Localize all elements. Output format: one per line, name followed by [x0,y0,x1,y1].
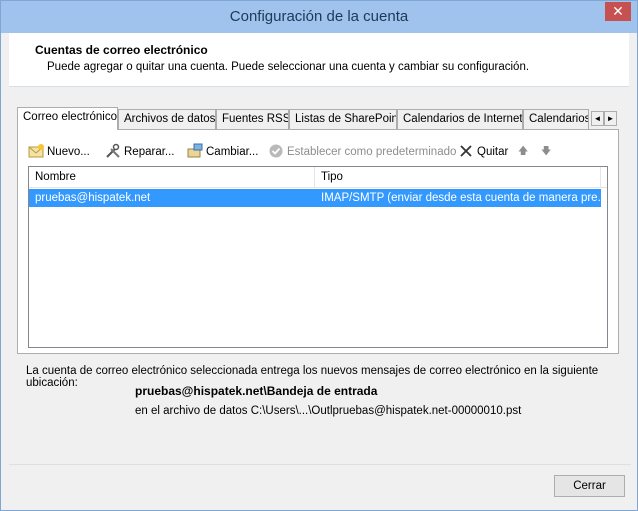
repair-tools-icon [106,143,120,158]
remove-label: Quitar [477,146,509,158]
change-account-icon [187,143,203,158]
change-button[interactable]: Cambiar... [187,142,258,162]
new-mail-icon [28,143,44,158]
delivery-location: pruebas@hispatek.net\Bandeja de entrada [135,384,378,398]
window-close-button[interactable]: ✕ [605,2,631,21]
set-default-label: Establecer como predeterminado [287,146,457,158]
tab-published-calendars[interactable]: Calendarios p [523,109,589,129]
window-title: Configuración de la cuenta [229,8,409,25]
email-tab-panel: Nuevo... Reparar... Cambiar... Establece… [17,129,619,354]
repair-button[interactable]: Reparar... [105,142,175,162]
account-settings-window: Configuración de la cuenta ✕ Cuentas de … [0,0,638,511]
tab-internet-calendars[interactable]: Calendarios de Internet [397,109,523,129]
account-type-cell: IMAP/SMTP (enviar desde esta cuenta de m… [321,192,601,204]
column-header-name[interactable]: Nombre [29,167,315,188]
header-title: Cuentas de correo electrónico [35,43,208,57]
repair-label: Reparar... [124,146,175,158]
tab-strip: Correo electrónico Archivos de datos Fue… [17,107,619,130]
footer-divider [9,464,631,465]
tab-data-files[interactable]: Archivos de datos [118,109,216,129]
close-dialog-button[interactable]: Cerrar [554,475,625,497]
checkmark-icon [269,144,283,158]
data-file-path: en el archivo de datos C:\Users\...\Outl… [135,405,522,417]
change-label: Cambiar... [206,146,259,158]
header-description: Puede agregar o quitar una cuenta. Puede… [47,61,530,73]
move-up-icon[interactable]: 🡅 [518,142,528,162]
remove-button[interactable]: Quitar [458,142,508,162]
tab-rss-feeds[interactable]: Fuentes RSS [216,109,289,129]
account-name-cell: pruebas@hispatek.net [35,192,151,204]
tab-scroll-left-icon[interactable]: ◄ [591,111,604,126]
set-default-button[interactable]: Establecer como predeterminado [268,142,456,162]
tab-email[interactable]: Correo electrónico [17,107,118,130]
title-bar[interactable]: Configuración de la cuenta ✕ [1,1,637,33]
move-down-icon[interactable]: 🡇 [541,142,551,162]
new-account-label: Nuevo... [47,146,90,158]
list-header: Nombre Tipo [29,167,607,188]
tab-scroll-right-icon[interactable]: ► [604,111,617,126]
column-header-type[interactable]: Tipo [315,167,601,188]
account-row[interactable]: pruebas@hispatek.net IMAP/SMTP (enviar d… [29,189,601,207]
dialog-header: Cuentas de correo electrónico Puede agre… [9,33,629,87]
account-list[interactable]: Nombre Tipo pruebas@hispatek.net IMAP/SM… [28,166,608,348]
tab-sharepoint-lists[interactable]: Listas de SharePoint [289,109,397,129]
dialog-body: Correo electrónico Archivos de datos Fue… [9,87,629,504]
new-account-button[interactable]: Nuevo... [28,142,90,162]
remove-x-icon [460,145,472,157]
